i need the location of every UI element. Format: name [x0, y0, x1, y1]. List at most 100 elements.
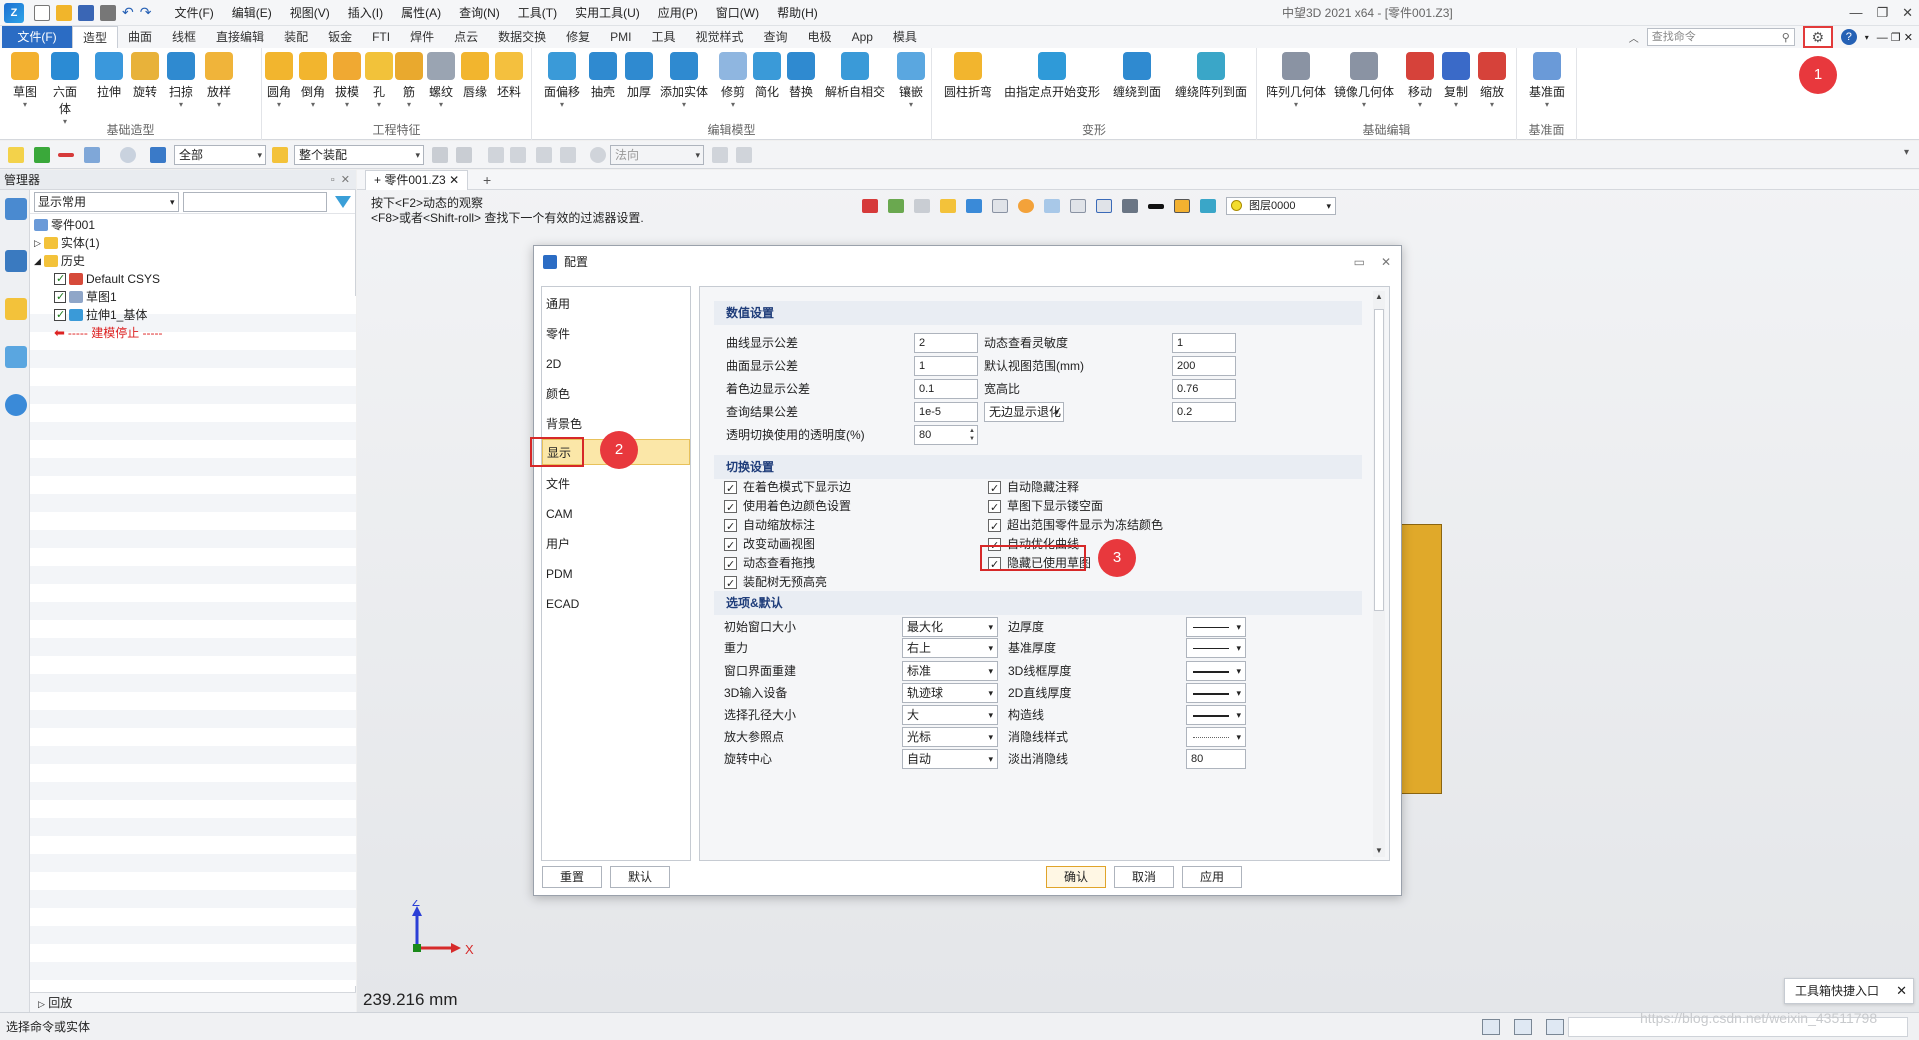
- zoom-reference-combo[interactable]: 光标 ▾: [902, 727, 998, 747]
- scroll-down-icon[interactable]: ▼: [1373, 845, 1385, 857]
- section-icon[interactable]: [1096, 199, 1112, 213]
- aspect-ratio-input[interactable]: 0.76: [1172, 379, 1236, 399]
- tool-icon-a[interactable]: [432, 147, 448, 163]
- blank-button[interactable]: 坯料: [492, 52, 526, 100]
- move-button[interactable]: 移动 ▾: [1403, 52, 1437, 110]
- edge-thickness-combo[interactable]: ▾: [1186, 617, 1246, 637]
- settings-scrollbar[interactable]: ▲ ▼: [1373, 291, 1385, 857]
- toggle-no-prehighlight[interactable]: 装配树无预高亮: [724, 572, 827, 594]
- rotate-center-combo[interactable]: 自动 ▾: [902, 749, 998, 769]
- transparency-input[interactable]: 80 ▲ ▼: [914, 425, 978, 445]
- toggle-show-hollow-faces[interactable]: 草图下显示镂空面: [988, 496, 1103, 518]
- menu-window[interactable]: 窗口(W): [707, 0, 768, 26]
- chamfer-button[interactable]: 倒角 ▾: [296, 52, 330, 110]
- trim-button[interactable]: 修剪 ▾: [716, 52, 750, 110]
- tab-electrode[interactable]: 电极: [798, 26, 842, 48]
- maximize-icon[interactable]: ❐: [1876, 0, 1888, 26]
- thread-button[interactable]: 螺纹 ▾: [424, 52, 458, 110]
- tab-pmi[interactable]: PMI: [600, 26, 641, 48]
- layer-tool-icon[interactable]: [1200, 199, 1216, 213]
- checkbox[interactable]: [988, 517, 1001, 537]
- category-2d[interactable]: 2D: [542, 351, 690, 377]
- help-dropdown-icon[interactable]: ▾: [1865, 33, 1869, 42]
- add-icon[interactable]: [34, 147, 50, 163]
- apply-button[interactable]: 应用: [1182, 866, 1242, 888]
- sweep-button[interactable]: 扫掠 ▾: [164, 52, 198, 110]
- scale-button[interactable]: 缩放 ▾: [1475, 52, 1509, 110]
- wrap-to-face-button[interactable]: 缠绕到面: [1110, 52, 1164, 100]
- scope-combo[interactable]: 整个装配 ▾: [294, 145, 424, 165]
- new-doc-tab-icon[interactable]: +: [483, 170, 491, 190]
- toggle-auto-hide-annotations[interactable]: 自动隐藏注释: [988, 477, 1079, 499]
- rollback-bar[interactable]: ▷ 回放: [30, 992, 356, 1012]
- tab-data-exchange[interactable]: 数据交换: [488, 26, 556, 48]
- tab-assembly[interactable]: 装配: [274, 26, 318, 48]
- user-icon[interactable]: [5, 394, 27, 416]
- category-cam[interactable]: CAM: [542, 501, 690, 527]
- tree-item-extrude[interactable]: 拉伸1_基体: [54, 306, 147, 324]
- scroll-thumb[interactable]: [1374, 309, 1384, 611]
- tab-visual-style[interactable]: 视觉样式: [686, 26, 754, 48]
- tab-surface[interactable]: 曲面: [118, 26, 162, 48]
- help-icon[interactable]: ?: [1840, 29, 1857, 45]
- 2d-line-thickness-combo[interactable]: ▾: [1186, 683, 1246, 703]
- minimize-icon[interactable]: —: [1849, 0, 1862, 26]
- menu-tools[interactable]: 工具(T): [509, 0, 566, 26]
- hole-button[interactable]: 孔 ▾: [362, 52, 396, 110]
- status-monitor-icon[interactable]: [1514, 1019, 1532, 1035]
- tree-root[interactable]: 零件001: [34, 216, 95, 234]
- wrap-pattern-to-face-button[interactable]: 缠绕阵列到面: [1172, 52, 1250, 100]
- exit-icon[interactable]: [862, 199, 878, 213]
- gravity-combo[interactable]: 右上 ▾: [902, 638, 998, 658]
- category-pdm[interactable]: PDM: [542, 561, 690, 587]
- toggle-out-of-range-frozen[interactable]: 超出范围零件显示为冻结颜色: [988, 515, 1163, 537]
- tab-file[interactable]: 文件(F): [2, 26, 72, 48]
- tab-direct-edit[interactable]: 直接编辑: [206, 26, 274, 48]
- default-button[interactable]: 默认: [610, 866, 670, 888]
- ok-button[interactable]: 确认: [1046, 866, 1106, 888]
- tool-icon-g[interactable]: [712, 147, 728, 163]
- tree-stop-marker[interactable]: ⬅ ----- 建模停止 -----: [54, 324, 163, 342]
- pattern-geometry-button[interactable]: 阵列几何体 ▾: [1265, 52, 1327, 110]
- dynamic-sensitivity-input[interactable]: 1: [1172, 333, 1236, 353]
- default-view-range-input[interactable]: 200: [1172, 356, 1236, 376]
- cancel-button[interactable]: 取消: [1114, 866, 1174, 888]
- thicken-button[interactable]: 加厚: [622, 52, 656, 100]
- category-ecad[interactable]: ECAD: [542, 591, 690, 617]
- settings-gear-button[interactable]: ⚙: [1802, 26, 1833, 48]
- filter-icon[interactable]: [150, 147, 166, 163]
- query-tolerance-input[interactable]: 1e-5: [914, 402, 978, 422]
- save-icon[interactable]: [78, 4, 94, 21]
- tab-weldment[interactable]: 焊件: [400, 26, 444, 48]
- fillet-button[interactable]: 圆角 ▾: [262, 52, 296, 110]
- line-weight-icon[interactable]: [1148, 203, 1164, 209]
- status-window-icon[interactable]: [1546, 1019, 1564, 1035]
- cylinder-bend-button[interactable]: 圆柱折弯: [942, 52, 994, 100]
- new-file-icon[interactable]: [34, 4, 50, 21]
- pen-icon[interactable]: [914, 199, 930, 213]
- draft-button[interactable]: 拔模 ▾: [330, 52, 364, 110]
- panel-controls[interactable]: ▫ ✕: [331, 170, 350, 190]
- pick-aperture-combo[interactable]: 大 ▾: [902, 705, 998, 725]
- toggle-animate-view[interactable]: 改变动画视图: [724, 534, 815, 556]
- reset-button[interactable]: 重置: [542, 866, 602, 888]
- window-rebuild-combo[interactable]: 标准 ▾: [902, 661, 998, 681]
- hexahedron-button[interactable]: 六面体 ▾: [48, 52, 82, 127]
- tool-icon-b[interactable]: [456, 147, 472, 163]
- image-library-icon[interactable]: [5, 346, 27, 368]
- replace-button[interactable]: 替换: [784, 52, 818, 100]
- tree-search-input[interactable]: [182, 191, 327, 212]
- menu-file[interactable]: 文件(F): [165, 0, 222, 26]
- collapse-ribbon-icon[interactable]: ︿: [1629, 30, 1639, 45]
- doc-tab-close-icon[interactable]: ✕: [449, 173, 459, 187]
- shaded-icon[interactable]: [940, 199, 956, 213]
- toggle-auto-scale-dims[interactable]: 自动缩放标注: [724, 515, 815, 537]
- toggle-use-edge-color[interactable]: 使用着色边颜色设置: [724, 496, 851, 518]
- menu-insert[interactable]: 插入(I): [339, 0, 392, 26]
- tab-tools[interactable]: 工具: [642, 26, 686, 48]
- tab-app[interactable]: App: [842, 26, 883, 48]
- category-file[interactable]: 文件: [542, 471, 690, 497]
- tab-mold[interactable]: 模具: [883, 26, 927, 48]
- visibility-checkbox[interactable]: [54, 306, 66, 324]
- funnel-icon[interactable]: [335, 195, 351, 208]
